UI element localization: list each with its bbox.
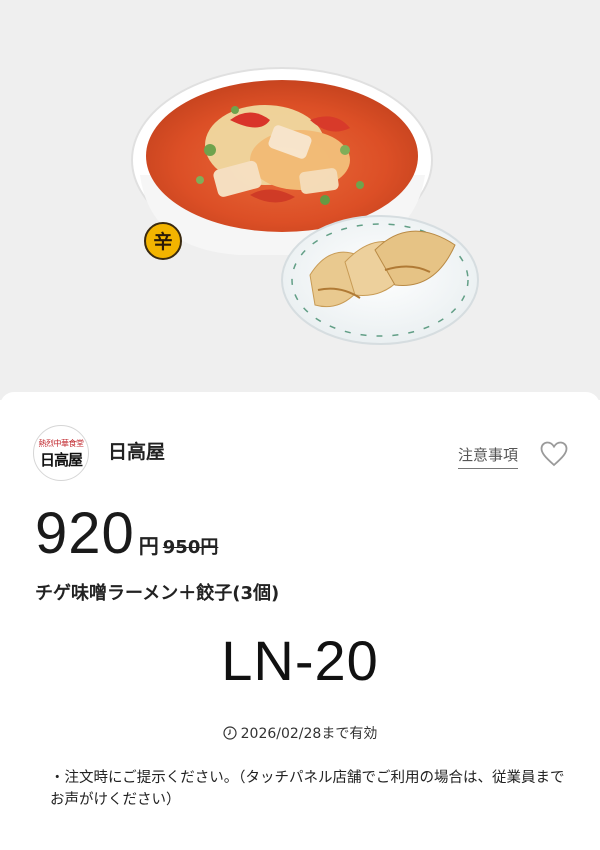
validity: 2026/02/28まで有効	[0, 723, 600, 743]
validity-text: 2026/02/28まで有効	[240, 726, 378, 742]
logo-wordmark: 日高屋	[39, 451, 83, 469]
hero-image: 辛	[0, 0, 600, 400]
note-text: 注文時にご提示ください。（タッチパネル店舗でご利用の場合は、従業員までお声がけく…	[50, 770, 565, 808]
ramen-gyoza-photo: 辛	[131, 67, 479, 345]
usage-note: ・注文時にご提示ください。（タッチパネル店舗でご利用の場合は、従業員までお声がけ…	[50, 767, 570, 811]
price-row: 920 円 950円	[35, 500, 219, 566]
clock-icon	[223, 726, 237, 740]
shop-logo: 熱烈中華食堂 日高屋	[33, 425, 89, 481]
spicy-badge-icon: 辛	[144, 222, 182, 260]
coupon-card: 熱烈中華食堂 日高屋 日高屋 注意事項 920 円 950円 チゲ味噌ラーメン＋餃子…	[0, 392, 600, 850]
shop-name: 日高屋	[108, 441, 166, 463]
notice-link[interactable]: 注意事項	[457, 444, 518, 469]
item-name: チゲ味噌ラーメン＋餃子(3個)	[35, 583, 280, 604]
svg-text:辛: 辛	[153, 230, 172, 253]
logo-tagline: 熱烈中華食堂	[38, 439, 85, 448]
coupon-code: LN-20	[221, 629, 379, 692]
note-bullet: ・	[50, 770, 65, 786]
heart-outline-icon[interactable]	[540, 441, 568, 467]
original-price: 950円	[162, 537, 219, 558]
discount-price: 920	[35, 501, 135, 566]
price-unit: 円	[138, 534, 159, 558]
